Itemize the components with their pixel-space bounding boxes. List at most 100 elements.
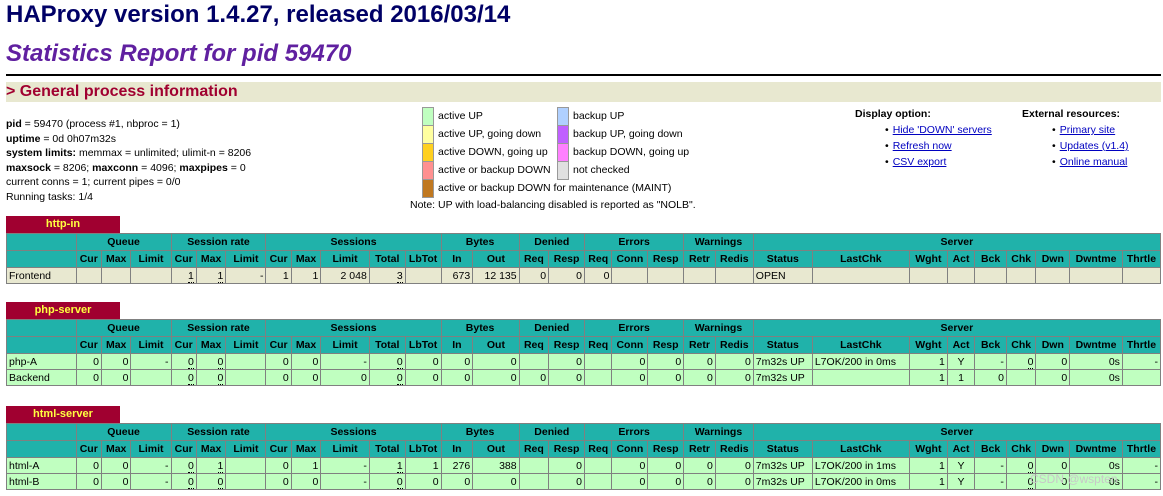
column-header-dwntme: Dwntme <box>1069 440 1123 458</box>
cell-in: 673 <box>440 267 474 284</box>
proxy-table-http-in: http-in Queue Session rate Sessions Bytes Den… <box>6 216 1162 284</box>
cell-req: 0 <box>518 267 550 284</box>
primary-site-link[interactable]: Primary site <box>1060 124 1115 136</box>
cell-value: 0 <box>639 459 646 472</box>
legend-swatch <box>422 107 434 126</box>
column-header-wght: Wght <box>908 336 948 354</box>
cell-lastchk <box>811 369 910 386</box>
cell-value: 0 <box>188 371 194 385</box>
column-header-max: Max <box>100 440 132 458</box>
legend-label: backup UP <box>573 110 625 122</box>
column-header-lastchk: LastChk <box>811 336 910 354</box>
cell-value: 0 <box>464 355 471 368</box>
cell-req <box>584 369 613 386</box>
cell-lbtot: 0 <box>404 369 442 386</box>
updates-link[interactable]: Updates (v1.4) <box>1060 140 1129 152</box>
row-name[interactable]: Frontend <box>6 267 77 284</box>
column-header-limit: Limit <box>130 336 172 354</box>
info-value: = 4096; <box>138 161 180 174</box>
column-header-cur: Cur <box>265 440 292 458</box>
cell-value: 0 <box>510 475 517 488</box>
column-header-max: Max <box>195 336 227 354</box>
cell-value: 7m32s UP <box>755 459 805 472</box>
proxy-name[interactable]: http-in <box>6 216 120 233</box>
cell-value: 673 <box>452 269 471 282</box>
cell-value: 0 <box>122 475 129 488</box>
cell-value: 3 <box>396 269 403 283</box>
column-header-limit: Limit <box>130 440 172 458</box>
cell-limit <box>225 457 267 474</box>
column-header-name <box>6 336 77 354</box>
column-header-req: Req <box>518 336 550 354</box>
row-name[interactable]: html-B <box>6 473 77 490</box>
cell-max: 0 <box>100 457 132 474</box>
group-header-queue: Queue <box>75 423 172 441</box>
cell-resp: 0 <box>548 457 586 474</box>
cell-act: Y <box>946 353 976 370</box>
column-header-limit: Limit <box>320 336 370 354</box>
column-header-redis: Redis <box>714 250 754 268</box>
cell-value: 0 <box>122 459 129 472</box>
column-header-out: Out <box>472 336 520 354</box>
cell-dwn: 0 <box>1035 369 1071 386</box>
group-header-bytes: Bytes <box>440 319 520 337</box>
cell-value: 0 <box>122 371 129 384</box>
cell-cur <box>75 267 102 284</box>
hide-down-servers-link[interactable]: Hide 'DOWN' servers <box>893 124 992 136</box>
cell-value: 1 <box>217 459 224 473</box>
cell-value: Y <box>957 459 965 472</box>
cell-total: 0 <box>368 353 406 370</box>
group-header-sessions: Sessions <box>265 423 442 441</box>
legend-swatch <box>422 179 434 198</box>
column-header-act: Act <box>946 250 976 268</box>
cell-dwn: 0 <box>1035 353 1071 370</box>
column-header-limit: Limit <box>225 250 267 268</box>
cell-conn <box>611 267 649 284</box>
cell-value: 1 <box>939 475 945 488</box>
cell-in: 0 <box>440 353 474 370</box>
cell-value: 0 <box>282 355 289 368</box>
column-header-lbtot: LbTot <box>404 336 442 354</box>
row-name[interactable]: html-A <box>6 457 77 474</box>
cell-retr: 0 <box>683 457 716 474</box>
cell-value: 0 <box>282 475 289 488</box>
proxy-name[interactable]: php-server <box>6 302 120 319</box>
row-name[interactable]: php-A <box>6 353 77 370</box>
cell-out: 388 <box>472 457 520 474</box>
cell-cur: 0 <box>170 457 197 474</box>
csv-export-link[interactable]: CSV export <box>893 156 947 168</box>
cell-value: 0 <box>217 371 224 385</box>
cell-value: - <box>363 355 367 368</box>
cell-dwntme: 0s <box>1069 353 1123 370</box>
cell-lastchk <box>811 267 910 284</box>
refresh-now-link[interactable]: Refresh now <box>893 140 952 152</box>
column-header-dwn: Dwn <box>1035 250 1071 268</box>
cell-wght: 1 <box>908 473 948 490</box>
proxy-name[interactable]: html-server <box>6 406 120 423</box>
cell-out: 0 <box>472 473 520 490</box>
row-name[interactable]: Backend <box>6 369 77 386</box>
column-header-lbtot: LbTot <box>404 250 442 268</box>
cell-value: 0 <box>282 371 289 384</box>
cell-value: 0 <box>706 459 713 472</box>
cell-value: 0 <box>122 355 129 368</box>
group-header-name <box>6 319 77 337</box>
cell-limit: - <box>320 457 370 474</box>
column-header-wght: Wght <box>908 440 948 458</box>
group-header-name <box>6 423 77 441</box>
legend-swatch <box>422 125 434 144</box>
cell-value: Frontend <box>9 269 52 282</box>
cell-value: 0 <box>675 459 682 472</box>
external-resources: External resources: Primary site Updates… <box>1022 108 1129 170</box>
info-key: pid <box>6 118 22 130</box>
group-header-errors: Errors <box>584 319 685 337</box>
legend-swatch <box>557 161 569 180</box>
cell-wght: 1 <box>908 353 948 370</box>
group-header-row: Queue Session rate Sessions Bytes Denied Erro… <box>6 423 1162 441</box>
cell-total: 0 <box>368 473 406 490</box>
group-header-session-rate: Session rate <box>170 319 267 337</box>
cell-value: 1 <box>432 459 439 472</box>
column-header-cur: Cur <box>170 336 197 354</box>
column-header-limit: Limit <box>130 250 172 268</box>
online-manual-link[interactable]: Online manual <box>1060 156 1128 168</box>
